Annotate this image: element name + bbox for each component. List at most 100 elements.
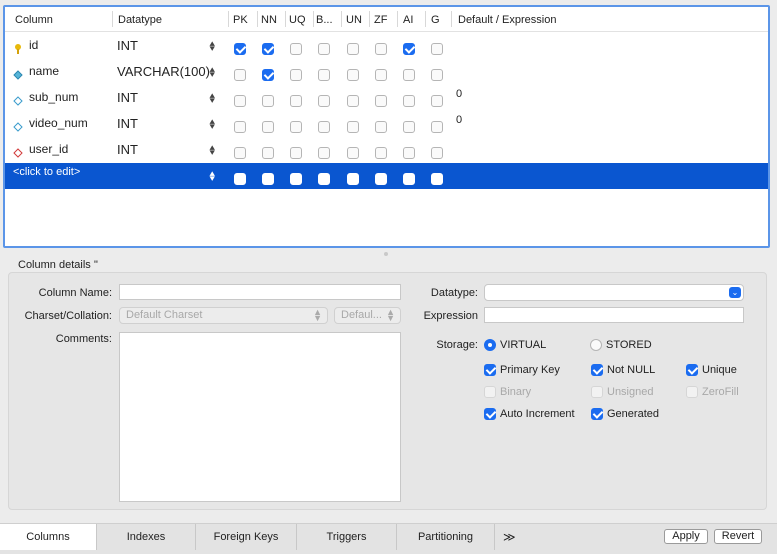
zf-checkbox[interactable] bbox=[375, 173, 387, 185]
tab-foreign-keys[interactable]: Foreign Keys bbox=[196, 524, 297, 550]
uq-checkbox[interactable] bbox=[290, 121, 302, 133]
tab-indexes[interactable]: Indexes bbox=[97, 524, 196, 550]
generated-checkbox[interactable] bbox=[591, 408, 603, 420]
auto-increment-checkbox[interactable] bbox=[484, 408, 496, 420]
datatype-cell[interactable]: INT bbox=[117, 90, 138, 105]
chevron-updown-icon[interactable]: ▴ ▾ bbox=[210, 117, 215, 131]
un-checkbox[interactable] bbox=[347, 147, 359, 159]
header-g[interactable]: G bbox=[431, 14, 440, 26]
tab-columns[interactable]: Columns bbox=[0, 524, 97, 550]
storage-stored-label[interactable]: STORED bbox=[606, 339, 652, 351]
chevron-updown-icon[interactable]: ▴ ▾ bbox=[210, 39, 215, 53]
zf-checkbox[interactable] bbox=[375, 69, 387, 81]
pk-checkbox[interactable] bbox=[234, 147, 246, 159]
binary-checkbox[interactable] bbox=[318, 69, 330, 81]
chevron-down-icon[interactable]: ⌄ bbox=[729, 287, 741, 298]
uq-checkbox[interactable] bbox=[290, 95, 302, 107]
datatype-cell[interactable]: INT bbox=[117, 142, 138, 157]
ai-checkbox[interactable] bbox=[403, 121, 415, 133]
column-name-cell[interactable]: user_id bbox=[29, 142, 68, 156]
zf-checkbox[interactable] bbox=[375, 147, 387, 159]
comments-textarea[interactable] bbox=[119, 332, 401, 502]
header-un[interactable]: UN bbox=[346, 14, 362, 26]
binary-checkbox[interactable] bbox=[318, 173, 330, 185]
nn-checkbox[interactable] bbox=[262, 95, 274, 107]
click-to-edit-cell[interactable]: <click to edit> bbox=[13, 166, 80, 178]
not-null-label[interactable]: Not NULL bbox=[607, 364, 655, 376]
default-cell[interactable]: 0 bbox=[456, 114, 462, 126]
zf-checkbox[interactable] bbox=[375, 43, 387, 55]
g-checkbox[interactable] bbox=[431, 173, 443, 185]
header-pk[interactable]: PK bbox=[233, 14, 248, 26]
revert-button[interactable]: Revert bbox=[714, 529, 762, 544]
unique-label[interactable]: Unique bbox=[702, 364, 737, 376]
storage-stored-radio[interactable] bbox=[590, 339, 602, 351]
splitter-handle[interactable] bbox=[384, 252, 388, 256]
g-checkbox[interactable] bbox=[431, 43, 443, 55]
binary-checkbox[interactable] bbox=[318, 43, 330, 55]
primary-key-label[interactable]: Primary Key bbox=[500, 364, 560, 376]
datatype-select[interactable]: ⌄ bbox=[484, 284, 744, 301]
ai-checkbox[interactable] bbox=[403, 69, 415, 81]
header-zf[interactable]: ZF bbox=[374, 14, 387, 26]
un-checkbox[interactable] bbox=[347, 69, 359, 81]
apply-button[interactable]: Apply bbox=[664, 529, 708, 544]
ai-checkbox[interactable] bbox=[403, 147, 415, 159]
not-null-checkbox[interactable] bbox=[591, 364, 603, 376]
header-datatype[interactable]: Datatype bbox=[118, 14, 162, 26]
storage-virtual-label[interactable]: VIRTUAL bbox=[500, 339, 546, 351]
g-checkbox[interactable] bbox=[431, 121, 443, 133]
column-name-cell[interactable]: sub_num bbox=[29, 90, 78, 104]
uq-checkbox[interactable] bbox=[290, 43, 302, 55]
unique-checkbox[interactable] bbox=[686, 364, 698, 376]
new-column-row[interactable]: <click to edit> ▴ ▾ bbox=[5, 163, 768, 189]
column-name-cell[interactable]: video_num bbox=[29, 116, 88, 130]
charset-select[interactable]: Default Charset ▲ ▼ bbox=[119, 307, 328, 324]
un-checkbox[interactable] bbox=[347, 95, 359, 107]
header-nn[interactable]: NN bbox=[261, 14, 277, 26]
header-ai[interactable]: AI bbox=[403, 14, 413, 26]
column-name-cell[interactable]: id bbox=[29, 38, 38, 52]
chevron-updown-icon[interactable]: ▴ ▾ bbox=[210, 65, 215, 79]
ai-checkbox[interactable] bbox=[403, 43, 415, 55]
table-row[interactable]: user_id INT ▴ ▾ bbox=[5, 137, 768, 163]
un-checkbox[interactable] bbox=[347, 173, 359, 185]
column-name-input[interactable] bbox=[119, 284, 401, 300]
primary-key-checkbox[interactable] bbox=[484, 364, 496, 376]
nn-checkbox[interactable] bbox=[262, 173, 274, 185]
g-checkbox[interactable] bbox=[431, 147, 443, 159]
storage-virtual-radio[interactable] bbox=[484, 339, 496, 351]
datatype-cell[interactable]: INT bbox=[117, 116, 138, 131]
tab-partitioning[interactable]: Partitioning bbox=[397, 524, 495, 550]
pk-checkbox[interactable] bbox=[234, 95, 246, 107]
nn-checkbox[interactable] bbox=[262, 147, 274, 159]
uq-checkbox[interactable] bbox=[290, 147, 302, 159]
chevron-updown-icon[interactable]: ▴ ▾ bbox=[210, 169, 215, 183]
chevron-updown-icon[interactable]: ▴ ▾ bbox=[210, 143, 215, 157]
header-uq[interactable]: UQ bbox=[289, 14, 306, 26]
uq-checkbox[interactable] bbox=[290, 69, 302, 81]
binary-checkbox[interactable] bbox=[318, 147, 330, 159]
header-column[interactable]: Column bbox=[15, 14, 53, 26]
zf-checkbox[interactable] bbox=[375, 95, 387, 107]
ai-checkbox[interactable] bbox=[403, 95, 415, 107]
pk-checkbox[interactable] bbox=[234, 43, 246, 55]
column-name-cell[interactable]: name bbox=[29, 64, 59, 78]
pk-checkbox[interactable] bbox=[234, 69, 246, 81]
datatype-cell[interactable]: INT bbox=[117, 38, 138, 53]
uq-checkbox[interactable] bbox=[290, 173, 302, 185]
table-row[interactable]: id INT ▴ ▾ bbox=[5, 33, 768, 59]
nn-checkbox[interactable] bbox=[262, 69, 274, 81]
header-default[interactable]: Default / Expression bbox=[458, 14, 556, 26]
default-cell[interactable]: 0 bbox=[456, 88, 462, 100]
binary-checkbox[interactable] bbox=[318, 95, 330, 107]
more-tabs-icon[interactable]: ≫ bbox=[503, 530, 516, 544]
table-row[interactable]: sub_num INT 0 ▴ ▾ bbox=[5, 85, 768, 111]
un-checkbox[interactable] bbox=[347, 43, 359, 55]
columns-grid[interactable]: Column Datatype PK NN UQ B... UN ZF AI G… bbox=[3, 5, 770, 248]
nn-checkbox[interactable] bbox=[262, 43, 274, 55]
pk-checkbox[interactable] bbox=[234, 121, 246, 133]
auto-increment-label[interactable]: Auto Increment bbox=[500, 408, 575, 420]
header-binary[interactable]: B... bbox=[316, 14, 333, 26]
collation-select[interactable]: Defaul... ▲ ▼ bbox=[334, 307, 401, 324]
